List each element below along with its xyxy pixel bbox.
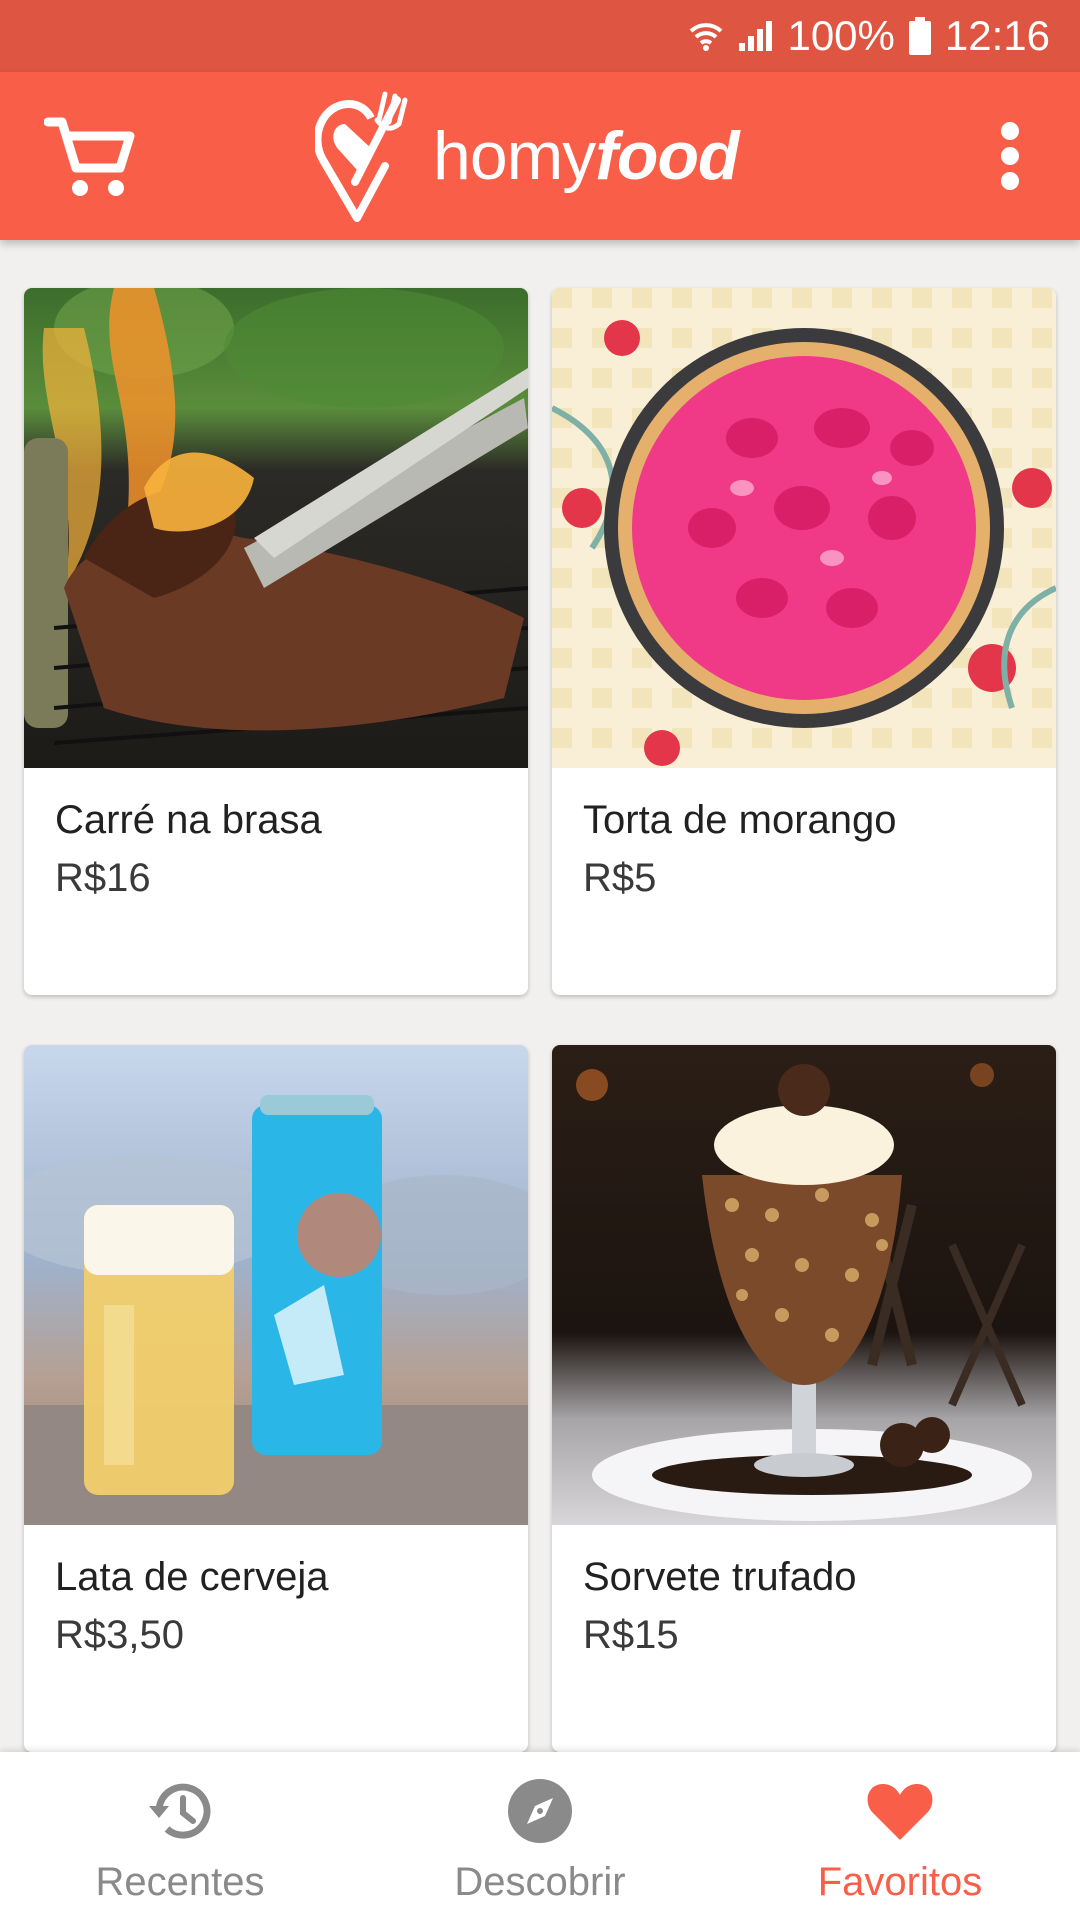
- nav-item-favoritos[interactable]: Favoritos: [720, 1752, 1080, 1920]
- battery-icon: [908, 17, 931, 55]
- nav-label: Descobrir: [454, 1860, 626, 1904]
- more-options-button[interactable]: [980, 114, 1040, 198]
- product-card[interactable]: Sorvete trufado R$15: [552, 1045, 1056, 1752]
- status-bar: 100% 12:16: [0, 0, 1080, 72]
- product-title: Carré na brasa: [55, 798, 322, 842]
- app-bar: homyfood: [0, 72, 1080, 240]
- product-card[interactable]: Torta de morango R$5: [552, 288, 1056, 995]
- more-dot-icon: [1001, 147, 1019, 165]
- app-name-bold: food: [595, 118, 739, 194]
- status-icons: 100% 12:16: [689, 0, 1050, 72]
- status-time: 12:16: [944, 12, 1050, 59]
- product-image-ice-cream: [552, 1045, 1056, 1525]
- logo-pin-heart-icon: [315, 91, 408, 222]
- more-dot-icon: [1001, 172, 1019, 190]
- more-dot-icon: [1001, 122, 1019, 140]
- product-price: R$15: [583, 1613, 679, 1657]
- product-image-grilled-meat: [24, 288, 528, 768]
- cart-icon: [43, 117, 135, 196]
- cart-button[interactable]: [43, 112, 140, 202]
- compass-icon: [508, 1779, 572, 1843]
- nav-item-descobrir[interactable]: Descobrir: [360, 1752, 720, 1920]
- product-price: R$5: [583, 856, 657, 900]
- bottom-navigation: Recentes Descobrir Favoritos: [0, 1752, 1080, 1920]
- wifi-icon: [690, 23, 723, 51]
- nav-item-recentes[interactable]: Recentes: [0, 1752, 360, 1920]
- nav-label: Favoritos: [817, 1860, 983, 1904]
- app-name: homyfood: [433, 117, 740, 195]
- product-card[interactable]: Carré na brasa R$16: [24, 288, 528, 995]
- app-name-light: homy: [433, 118, 596, 194]
- product-price: R$16: [55, 856, 151, 900]
- app-logo: homyfood: [315, 86, 740, 226]
- product-image-strawberry-tart: [552, 288, 1056, 768]
- signal-icon: [739, 21, 773, 51]
- heart-icon: [867, 1784, 933, 1840]
- battery-percent: 100%: [787, 12, 895, 59]
- product-image-beer-can: [24, 1045, 528, 1525]
- product-title: Lata de cerveja: [55, 1555, 329, 1599]
- product-price: R$3,50: [55, 1613, 184, 1657]
- history-icon: [149, 1783, 211, 1839]
- nav-label: Recentes: [95, 1860, 265, 1904]
- product-title: Torta de morango: [583, 798, 897, 842]
- product-card[interactable]: Lata de cerveja R$3,50: [24, 1045, 528, 1752]
- product-title: Sorvete trufado: [583, 1555, 857, 1599]
